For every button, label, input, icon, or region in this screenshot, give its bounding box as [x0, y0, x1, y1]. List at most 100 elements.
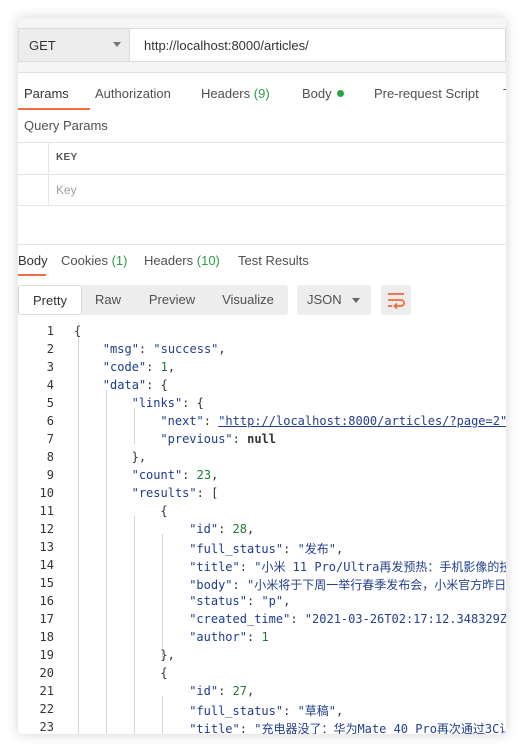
code-line: "full_status": "草稿", — [189, 702, 343, 719]
tab-response-headers[interactable]: Headers (10) — [144, 253, 220, 268]
format-select[interactable]: JSON — [297, 285, 371, 315]
headers-count: (9) — [253, 86, 270, 101]
view-mode-switcher: Pretty Raw Preview Visualize — [18, 285, 288, 315]
line-number: 18 — [39, 630, 54, 644]
wrap-lines-button[interactable] — [381, 285, 411, 315]
code-token: : — [138, 342, 154, 356]
key-input[interactable]: Key — [56, 183, 77, 197]
response-tabs: Body Cookies (1) Headers (10) Test Resul… — [18, 244, 506, 277]
code-token[interactable]: "http://localhost:8000/articles/?page=2" — [218, 414, 506, 428]
line-number: 10 — [39, 486, 54, 500]
tab-pre-request-label: Pre-request Script — [374, 86, 479, 101]
line-number: 6 — [46, 414, 54, 428]
tab-response-body[interactable]: Body — [18, 253, 48, 268]
code-token: , — [211, 468, 219, 482]
tab-cookies-label: Cookies — [61, 253, 108, 268]
code-token: 27 — [232, 684, 247, 698]
code-token: "草稿" — [297, 704, 337, 718]
code-token: , — [336, 542, 344, 556]
cookies-count: (1) — [111, 253, 128, 268]
code-line: { — [160, 666, 167, 680]
pretty-button[interactable]: Pretty — [18, 285, 82, 315]
code-token: "小米 11 Pro/Ultra再发预热：手机影像的技 — [254, 560, 506, 574]
code-token: : — [246, 630, 262, 644]
tab-cookies[interactable]: Cookies (1) — [61, 253, 127, 268]
tab-authorization[interactable]: Authorization — [95, 86, 171, 101]
view-toolbar: Pretty Raw Preview Visualize JSON — [18, 285, 506, 315]
indent-guide — [134, 408, 135, 444]
code-line: }, — [132, 450, 146, 464]
code-token: : — [218, 684, 233, 698]
code-token: , — [336, 704, 344, 718]
code-token: : — [182, 468, 197, 482]
tab-tests[interactable]: T — [503, 86, 506, 101]
raw-button[interactable]: Raw — [82, 285, 134, 315]
code-token: "results" — [131, 486, 197, 500]
url-input[interactable]: http://localhost:8000/articles/ — [130, 28, 506, 62]
key-column-header: KEY — [56, 152, 78, 163]
line-number: 2 — [46, 342, 54, 356]
code-token: : — [283, 542, 298, 556]
code-token: "author" — [189, 630, 247, 644]
code-token: , — [218, 342, 226, 356]
code-line: "count": 23, — [132, 468, 219, 482]
line-number: 4 — [46, 378, 54, 392]
code-line: "status": "p", — [189, 594, 290, 608]
code-line: "title": "小米 11 Pro/Ultra再发预热：手机影像的技 — [189, 558, 506, 575]
code-token: : — [218, 522, 233, 536]
code-token: "title" — [189, 722, 240, 734]
tab-headers[interactable]: Headers (9) — [201, 86, 270, 101]
code-token: "full_status" — [189, 704, 284, 718]
url-bar: GET http://localhost:8000/articles/ — [18, 18, 506, 73]
tab-pre-request-script[interactable]: Pre-request Script — [374, 86, 479, 101]
code-token: : — [239, 560, 255, 574]
code-token: : [ — [196, 486, 219, 500]
code-token: { — [160, 504, 168, 518]
code-token: "count" — [131, 468, 183, 482]
code-line: "created_time": "2021-03-26T02:17:12.348… — [189, 612, 506, 626]
code-token: 28 — [232, 522, 247, 536]
active-response-tab-indicator — [18, 274, 46, 276]
line-number: 3 — [46, 360, 54, 374]
request-tabs: Params Authorization Headers (9) Body Pr… — [18, 80, 506, 110]
visualize-button[interactable]: Visualize — [210, 285, 286, 315]
code-token: }, — [131, 450, 147, 464]
code-token: 23 — [196, 468, 212, 482]
method-select[interactable]: GET — [18, 28, 130, 62]
code-token: "充电器没了：华为Mate 40 Pro再次通过3C认 — [254, 722, 506, 734]
chevron-down-icon — [352, 298, 360, 303]
line-number: 19 — [39, 648, 54, 662]
tab-response-headers-label: Headers — [144, 253, 194, 268]
tab-body[interactable]: Body — [302, 86, 344, 101]
tab-params-label: Params — [24, 86, 69, 101]
code-line: "author": 1 — [189, 630, 268, 644]
tab-response-body-label: Body — [18, 253, 48, 268]
code-token: "created_time" — [189, 612, 291, 626]
code-line: "results": [ — [132, 486, 219, 500]
code-token: "发布" — [297, 542, 337, 556]
line-number: 11 — [39, 504, 54, 518]
code-token: "status" — [189, 594, 247, 608]
code-line: "links": { — [132, 396, 204, 410]
wrap-lines-icon — [388, 293, 405, 310]
code-line: { — [160, 504, 167, 518]
code-token: : — [232, 432, 248, 446]
tab-test-results[interactable]: Test Results — [238, 253, 309, 268]
code-token: "p" — [261, 594, 284, 608]
code-line: "next": "http://localhost:8000/articles/… — [160, 414, 506, 428]
code-token: : { — [146, 378, 168, 392]
url-text: http://localhost:8000/articles/ — [144, 37, 309, 53]
code-token: "success" — [153, 342, 219, 356]
line-number: 15 — [39, 576, 54, 590]
code-token: , — [247, 522, 255, 536]
code-line: "code": 1, — [103, 360, 175, 374]
line-number: 8 — [46, 450, 54, 464]
line-number: 9 — [46, 468, 54, 482]
tab-params[interactable]: Params — [24, 86, 69, 101]
line-number: 23 — [39, 720, 54, 734]
preview-button[interactable]: Preview — [136, 285, 208, 315]
tab-headers-label: Headers — [201, 86, 251, 101]
code-token: : — [239, 722, 255, 734]
code-token: : — [246, 594, 262, 608]
response-code-view[interactable]: 1{2 "msg": "success", 3 "code": 1, 4 "data": … — [18, 324, 506, 734]
